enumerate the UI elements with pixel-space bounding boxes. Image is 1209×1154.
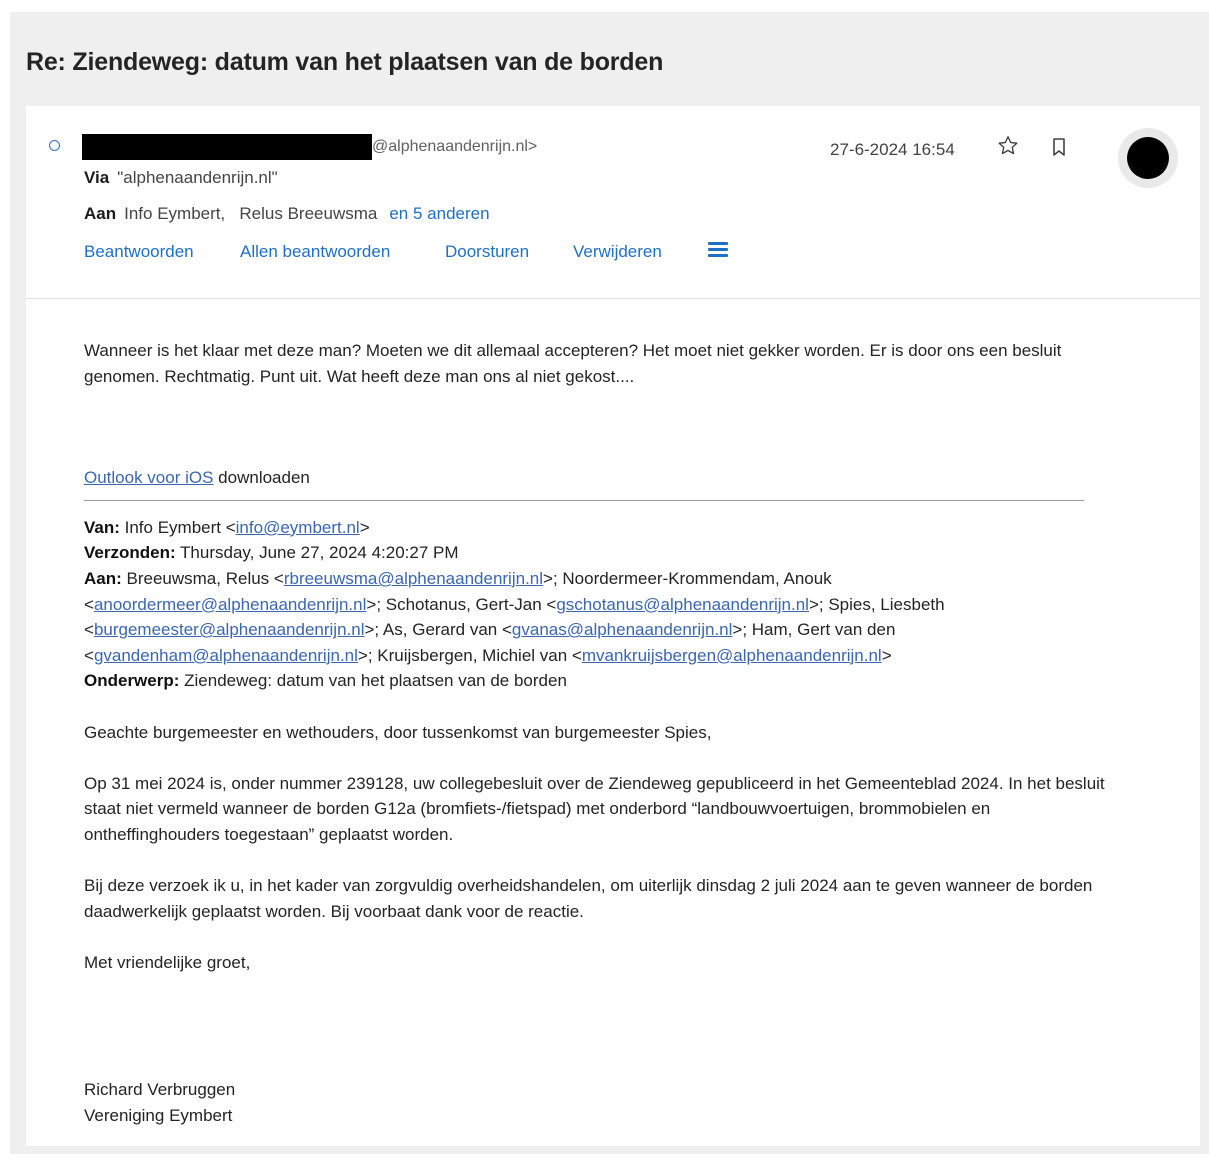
quoted-to-name-7: >; Kruijsbergen, Michiel van < (357, 645, 582, 665)
message-card: @alphenaandenrijn.nl> 27-6-2024 16:54 Vi… (26, 106, 1200, 1146)
quoted-from-name: Info Eymbert < (119, 517, 236, 537)
sender-email: @alphenaandenrijn.nl> (372, 138, 538, 155)
header-divider (26, 298, 1200, 299)
quoted-subject-label: Onderwerp: (84, 671, 180, 691)
to-label: Aan (84, 204, 117, 223)
quoted-to-email-link[interactable]: anoordermeer@alphenaandenrijn.nl (94, 595, 366, 614)
more-recipients-link[interactable]: en 5 anderen (389, 204, 489, 223)
message-date: 27-6-2024 16:54 (830, 140, 955, 159)
to-row: Aan Info Eymbert, Relus Breeuwsma en 5 and… (84, 204, 490, 224)
signature-organization: Vereniging Eymbert (84, 1106, 233, 1126)
quoted-subject: Onderwerp: Ziendeweg: datum van het plaa… (84, 668, 1124, 694)
quoted-to-email-link[interactable]: gschotanus@alphenaandenrijn.nl (556, 595, 809, 614)
forward-button[interactable]: Doorsturen (445, 242, 529, 262)
via-label: Via (84, 168, 110, 187)
outlook-download-suffix: downloaden (213, 468, 310, 488)
paragraph-publication: Op 31 mei 2024 is, onder nummer 239128, … (84, 773, 1105, 844)
quoted-to-email-link[interactable]: mvankruijsbergen@alphenaandenrijn.nl (582, 646, 882, 665)
signature-name: Richard Verbruggen (84, 1080, 236, 1100)
quoted-to: Aan: Breeuwsma, Relus <rbreeuwsma@alphen… (84, 568, 945, 665)
unread-indicator-icon[interactable] (49, 140, 60, 151)
star-icon[interactable] (996, 134, 1020, 158)
quoted-to-name-1: Breeuwsma, Relus < (121, 568, 284, 588)
message-body: Wanneer is het klaar met deze man? Moete… (84, 338, 1124, 1129)
quoted-sent-value: Thursday, June 27, 2024 4:20:27 PM (175, 543, 459, 563)
quote-divider (84, 499, 1084, 501)
redacted-sender-name (82, 134, 372, 160)
closing: Met vriendelijke groet, (84, 952, 251, 972)
outlook-ios-link[interactable]: Outlook voor iOS (84, 468, 213, 487)
quoted-to-name-5: >; As, Gerard van < (364, 620, 512, 640)
quoted-from: Van: Info Eymbert <info@eymbert.nl> (84, 517, 370, 537)
avatar-image (1127, 137, 1169, 179)
via-value: "alphenaandenrijn.nl" (117, 168, 278, 187)
quoted-sent: Verzonden: Thursday, June 27, 2024 4:20:… (84, 540, 1124, 566)
quoted-to-email-link[interactable]: gvanas@alphenaandenrijn.nl (512, 620, 732, 639)
quoted-from-label: Van: (84, 517, 120, 537)
quoted-to-label: Aan: (84, 568, 122, 588)
paragraph-greeting: Geachte burgemeester en wethouders, door… (84, 722, 712, 742)
avatar[interactable] (1118, 128, 1178, 188)
paragraph-request: Bij deze verzoek ik u, in het kader van … (84, 876, 1093, 921)
quoted-sent-label: Verzonden: (84, 543, 176, 563)
email-subject: Re: Ziendeweg: datum van het plaatsen va… (26, 48, 664, 76)
bookmark-icon[interactable] (1048, 136, 1070, 158)
quoted-subject-value: Ziendeweg: datum van het plaatsen van de… (179, 671, 567, 691)
delete-button[interactable]: Verwijderen (573, 242, 662, 262)
reply-all-button[interactable]: Allen beantwoorden (240, 242, 390, 262)
via-row: Via "alphenaandenrijn.nl" (84, 168, 278, 188)
more-actions-menu-icon[interactable] (708, 242, 728, 258)
to-recipients: Info Eymbert, Relus Breeuwsma (124, 204, 378, 223)
outlook-download-line: Outlook voor iOS downloaden (84, 465, 1124, 491)
quoted-to-email-link[interactable]: gvandenham@alphenaandenrijn.nl (94, 646, 358, 665)
reply-text: Wanneer is het klaar met deze man? Moete… (84, 341, 1062, 386)
quoted-to-email-link[interactable]: rbreeuwsma@alphenaandenrijn.nl (284, 569, 543, 588)
reply-button[interactable]: Beantwoorden (84, 242, 194, 262)
quoted-to-email-link[interactable]: burgemeester@alphenaandenrijn.nl (94, 620, 365, 639)
quoted-from-email-link[interactable]: info@eymbert.nl (236, 518, 360, 537)
quoted-to-name-3: >; Schotanus, Gert-Jan < (366, 594, 557, 614)
reading-pane: Re: Ziendeweg: datum van het plaatsen va… (10, 12, 1209, 1154)
